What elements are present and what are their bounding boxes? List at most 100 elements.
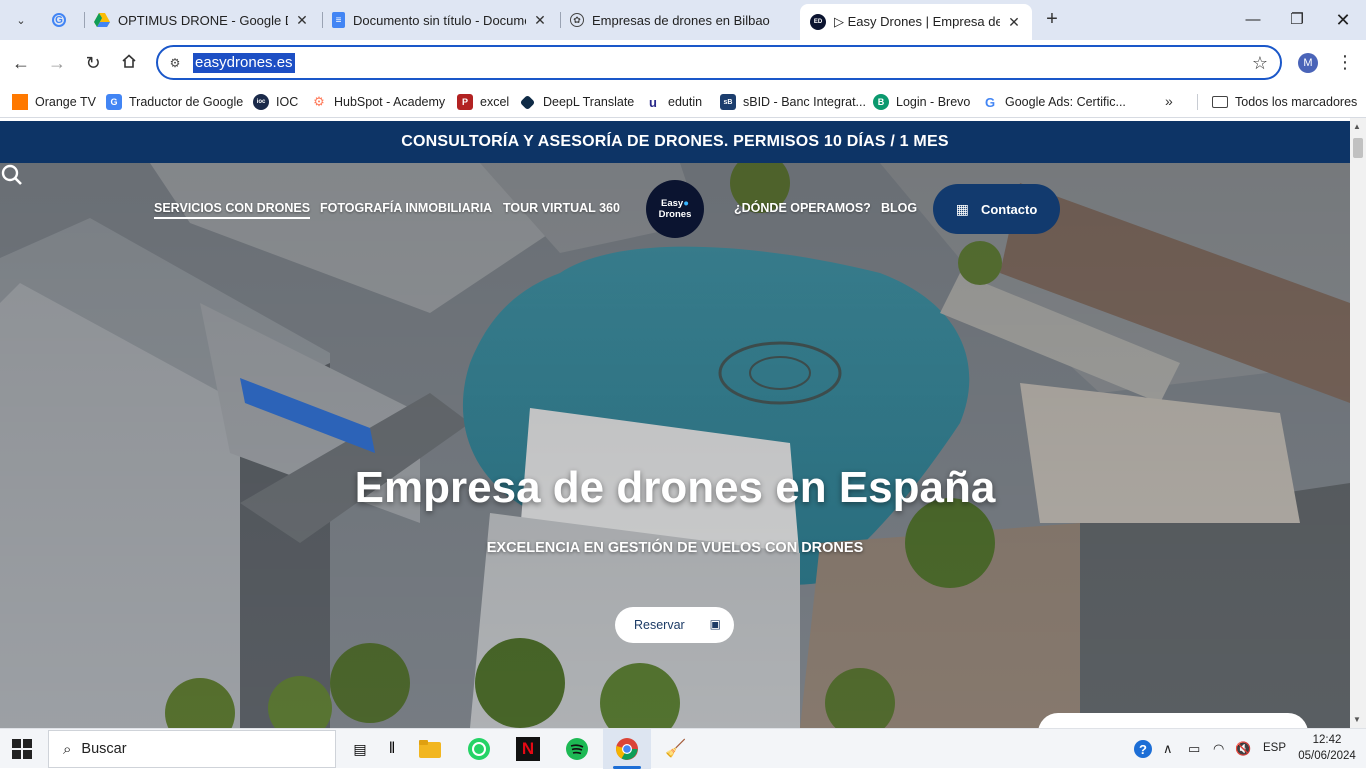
- close-icon[interactable]: ✕: [294, 12, 310, 29]
- nav-virtual-tour[interactable]: TOUR VIRTUAL 360: [503, 201, 620, 215]
- hero-section: SERVICIOS CON DRONES FOTOGRAFÍA INMOBILI…: [0, 163, 1350, 728]
- bookmark-item[interactable]: sB sBID - Banc Integrat...: [720, 92, 866, 112]
- close-icon[interactable]: ✕: [532, 12, 548, 29]
- windows-start-icon[interactable]: [12, 739, 32, 759]
- chat-widget[interactable]: [1038, 713, 1308, 728]
- logo-text-line1: Easy: [661, 198, 684, 209]
- tab-google[interactable]: G: [42, 6, 82, 34]
- volume-muted-icon[interactable]: 🔇: [1235, 741, 1251, 757]
- nav-real-estate-photography[interactable]: FOTOGRAFÍA INMOBILIARIA: [320, 201, 492, 215]
- tab-google-docs[interactable]: ≡ Documento sin título - Documentos de G…: [322, 6, 558, 34]
- clock-date: 05/06/2024: [1298, 750, 1356, 762]
- bookmark-label: Traductor de Google: [129, 95, 244, 109]
- bookmark-item[interactable]: G Traductor de Google: [106, 92, 243, 112]
- bookmark-item[interactable]: DeepL Translate: [519, 92, 635, 112]
- bookmark-item[interactable]: ioc IOC: [253, 92, 298, 112]
- minimize-icon: —: [1245, 11, 1261, 28]
- page-scrollbar[interactable]: ▲ ▼: [1350, 118, 1366, 728]
- forward-button[interactable]: →: [44, 50, 70, 76]
- reserve-button[interactable]: Reservar ▣: [615, 607, 734, 643]
- scroll-thumb[interactable]: [1353, 138, 1363, 158]
- google-icon: G: [984, 94, 996, 110]
- tab-search-button[interactable]: ⌄: [8, 8, 34, 32]
- orange-icon: [12, 94, 28, 110]
- all-bookmarks-folder[interactable]: Todos los marcadores: [1212, 92, 1357, 112]
- home-button[interactable]: [116, 50, 142, 76]
- browser-toolbar: ← → ↻ ⚙ easydrones.es ☆ M ⋮: [0, 40, 1366, 86]
- close-window-button[interactable]: ✕: [1328, 8, 1358, 32]
- clock-time: 12:42: [1312, 734, 1342, 746]
- restore-button[interactable]: ❐: [1282, 8, 1312, 32]
- bookmark-label: Login - Brevo: [896, 95, 971, 109]
- bookmark-item[interactable]: ⚙ HubSpot - Academy: [311, 92, 445, 112]
- chevron-down-icon: ⌄: [16, 14, 26, 27]
- profile-avatar[interactable]: M: [1298, 53, 1318, 73]
- tab-google-drive[interactable]: OPTIMUS DRONE - Google Drive ✕: [84, 6, 320, 34]
- contact-label: Contacto: [980, 201, 1038, 217]
- taskbar-search[interactable]: ⌕ Buscar: [48, 730, 336, 768]
- cleaner-icon[interactable]: 🧹: [664, 737, 688, 761]
- tab-label: ▷ Easy Drones | Empresa de Servicios con…: [834, 14, 1000, 29]
- system-clock[interactable]: 12:42 05/06/2024: [1296, 732, 1358, 764]
- wifi-icon[interactable]: ◠: [1213, 741, 1224, 757]
- more-bookmarks-icon[interactable]: »: [1165, 93, 1173, 109]
- new-tab-button[interactable]: +: [1040, 8, 1064, 32]
- battery-icon[interactable]: ▭: [1188, 741, 1200, 757]
- task-view-icon[interactable]: ▤: [348, 737, 372, 761]
- browser-menu-icon[interactable]: ⋮: [1336, 50, 1354, 74]
- site-info-icon[interactable]: ⚙: [166, 54, 184, 72]
- show-hidden-icons[interactable]: ∧: [1163, 741, 1173, 757]
- address-bar[interactable]: ⚙ easydrones.es ☆: [156, 45, 1282, 80]
- minimize-button[interactable]: —: [1238, 8, 1268, 32]
- hubspot-icon: ⚙: [313, 94, 325, 109]
- widgets-icon[interactable]: ‖: [380, 737, 404, 761]
- bookmark-item[interactable]: u edutin: [645, 92, 702, 112]
- bookmark-item[interactable]: Orange TV: [12, 92, 96, 112]
- bookmark-item[interactable]: P excel: [457, 92, 509, 112]
- hero-subtitle: EXCELENCIA EN GESTIÓN DE VUELOS CON DRON…: [486, 540, 864, 556]
- contact-button[interactable]: ▦ Contacto: [933, 184, 1060, 234]
- bookmark-star-icon[interactable]: ☆: [1252, 53, 1268, 74]
- tab-easydrones[interactable]: ED ▷ Easy Drones | Empresa de Servicios …: [800, 4, 1032, 40]
- nav-services[interactable]: SERVICIOS CON DRONES: [154, 201, 311, 219]
- arrow-right-icon: →: [48, 53, 66, 73]
- bookmark-label: DeepL Translate: [543, 95, 635, 109]
- bookmark-label: Orange TV: [35, 95, 96, 109]
- scroll-down-icon[interactable]: ▼: [1353, 715, 1361, 724]
- brevo-icon: B: [873, 94, 889, 110]
- ioc-icon: ioc: [253, 94, 269, 110]
- language-indicator[interactable]: ESP: [1263, 742, 1286, 754]
- sbid-icon: sB: [720, 94, 736, 110]
- whatsapp-icon[interactable]: [467, 737, 491, 761]
- netflix-icon[interactable]: N: [516, 737, 540, 761]
- tab-label: Documento sin título - Documentos de Goo…: [353, 12, 526, 28]
- nav-where-we-operate[interactable]: ¿DÓNDE OPERAMOS?: [734, 201, 871, 215]
- file-explorer-icon[interactable]: [418, 737, 442, 761]
- search-icon[interactable]: [0, 163, 24, 187]
- edutin-icon: u: [649, 94, 657, 110]
- calendar-check-icon: ▣: [709, 617, 721, 631]
- deepl-icon: [519, 94, 536, 110]
- close-icon[interactable]: ✕: [1006, 14, 1022, 31]
- chrome-icon[interactable]: [615, 737, 639, 761]
- calendar-icon: ▦: [955, 200, 969, 217]
- scroll-up-icon[interactable]: ▲: [1353, 122, 1361, 131]
- reload-button[interactable]: ↻: [80, 50, 106, 76]
- bookmark-label: sBID - Banc Integrat...: [743, 95, 866, 109]
- back-button[interactable]: ←: [8, 50, 34, 76]
- arrow-left-icon: ←: [12, 53, 30, 73]
- help-icon[interactable]: ?: [1133, 739, 1153, 762]
- nav-blog[interactable]: BLOG: [881, 201, 917, 215]
- spotify-icon[interactable]: [565, 737, 589, 761]
- close-icon: ✕: [1335, 10, 1351, 30]
- bookmark-label: HubSpot - Academy: [334, 95, 446, 109]
- bookmark-item[interactable]: G Google Ads: Certific...: [982, 92, 1126, 112]
- chatgpt-icon: ✿: [570, 13, 584, 27]
- url-text[interactable]: easydrones.es: [193, 53, 295, 73]
- tab-label: OPTIMUS DRONE - Google Drive: [118, 12, 288, 28]
- site-logo[interactable]: Easy● Drones: [646, 180, 704, 238]
- bookmark-item[interactable]: B Login - Brevo: [873, 92, 970, 112]
- folder-icon: [1212, 96, 1228, 108]
- bookmarks-bar: Orange TV G Traductor de Google ioc IOC …: [0, 86, 1366, 118]
- tab-chatgpt[interactable]: ✿ Empresas de drones en Bilbao: [560, 6, 796, 34]
